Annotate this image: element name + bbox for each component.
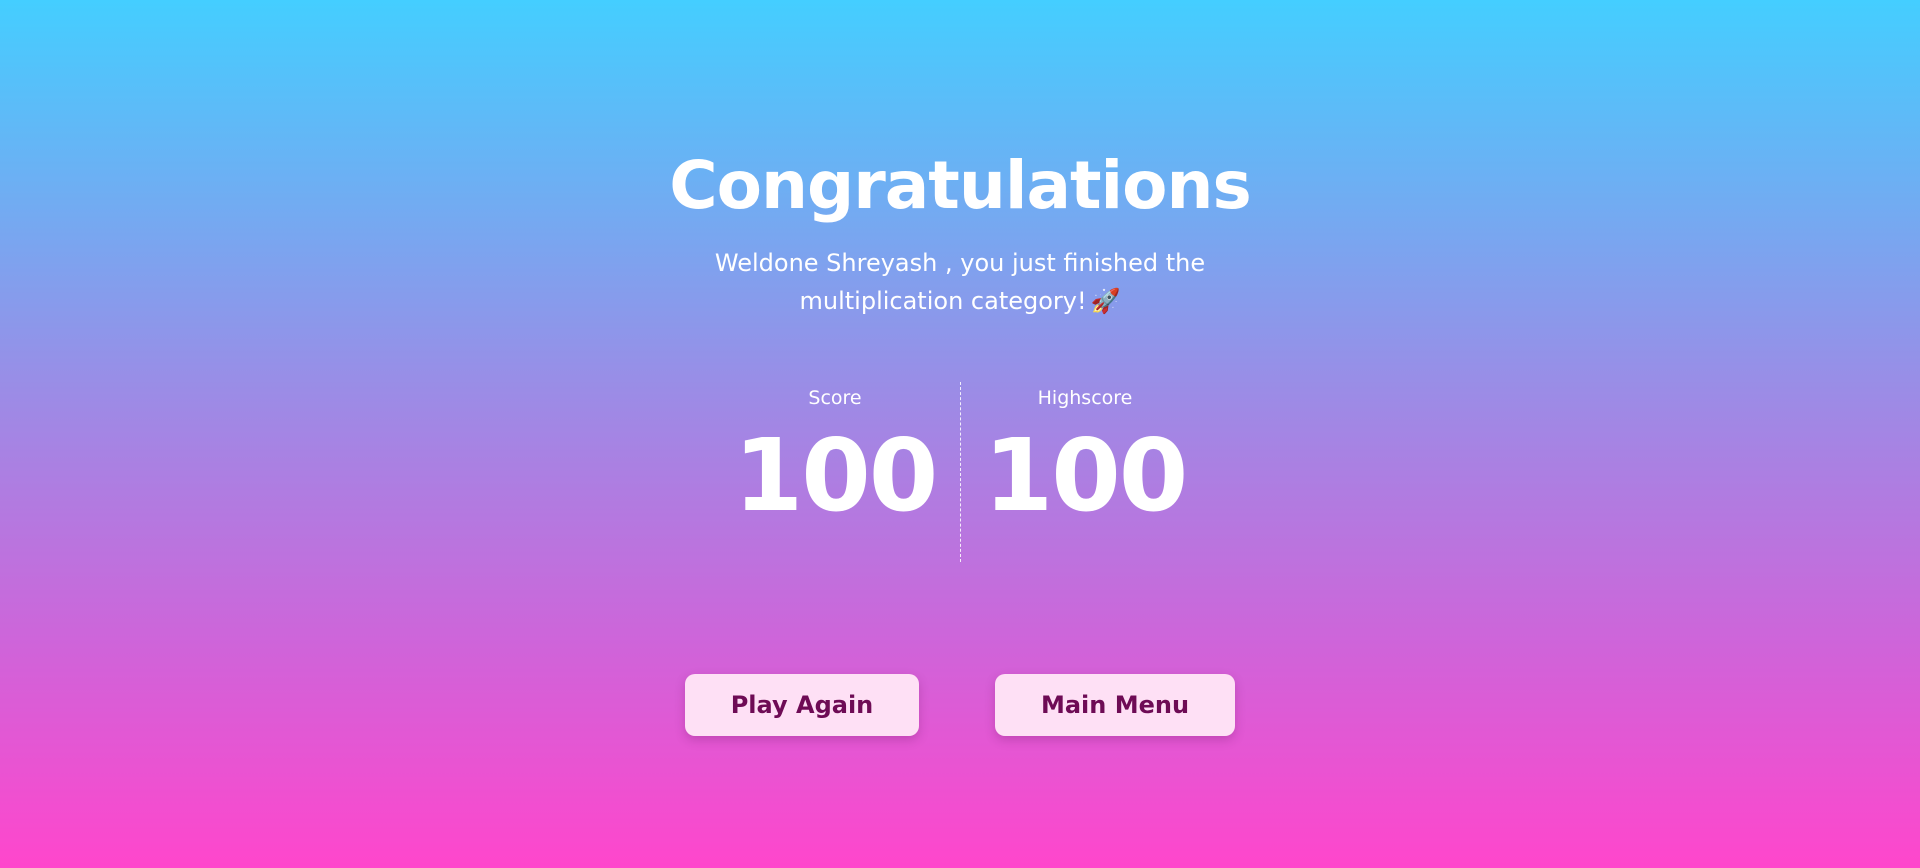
highscore-label: Highscore bbox=[1037, 387, 1133, 409]
main-menu-button[interactable]: Main Menu bbox=[995, 674, 1235, 736]
score-label: Score bbox=[808, 387, 862, 409]
highscore-value: 100 bbox=[983, 417, 1189, 534]
completion-message-text: Weldone Shreyash , you just finished the… bbox=[714, 249, 1206, 315]
stats-panel: Score 100 Highscore 100 bbox=[710, 382, 1210, 562]
completion-message: Weldone Shreyash , you just finished the… bbox=[660, 244, 1260, 320]
rocket-icon: 🚀 bbox=[1090, 287, 1121, 315]
play-again-button[interactable]: Play Again bbox=[685, 674, 919, 736]
score-stat: Score 100 bbox=[710, 382, 960, 562]
congratulations-title: Congratulations bbox=[669, 147, 1252, 224]
highscore-stat: Highscore 100 bbox=[960, 382, 1210, 562]
score-value: 100 bbox=[733, 417, 939, 534]
